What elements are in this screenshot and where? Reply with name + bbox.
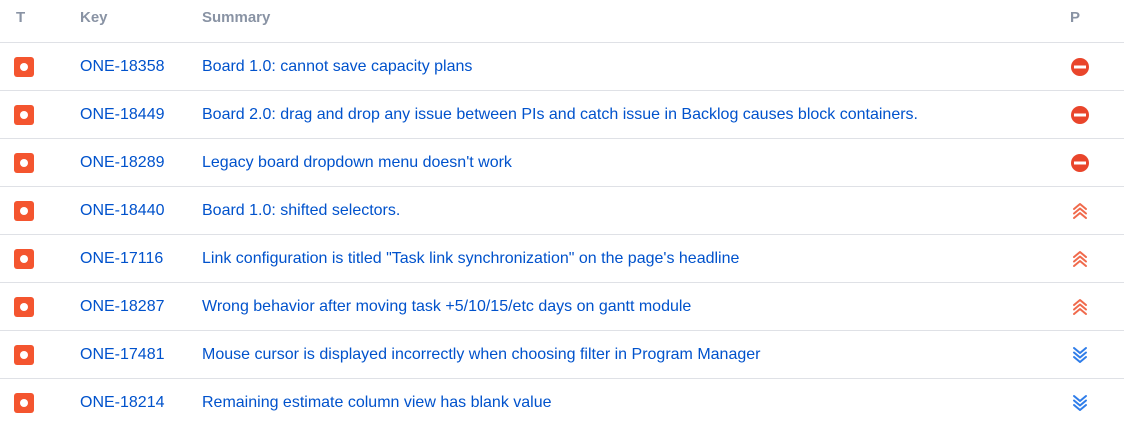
bug-icon <box>14 297 34 317</box>
table-row: ONE-18358 Board 1.0: cannot save capacit… <box>0 43 1124 91</box>
bug-icon <box>14 345 34 365</box>
table-row: ONE-18289 Legacy board dropdown menu doe… <box>0 139 1124 187</box>
issue-key-link[interactable]: ONE-17481 <box>80 346 165 364</box>
bug-icon <box>14 201 34 221</box>
priority-blocker-icon <box>1070 105 1090 125</box>
table-row: ONE-18214 Remaining estimate column view… <box>0 379 1124 426</box>
issue-summary-link[interactable]: Mouse cursor is displayed incorrectly wh… <box>202 346 760 364</box>
priority-lowest-icon <box>1070 345 1090 365</box>
issue-key-link[interactable]: ONE-18287 <box>80 298 165 316</box>
header-priority[interactable]: P <box>1070 9 1080 26</box>
table-row: ONE-17481 Mouse cursor is displayed inco… <box>0 331 1124 379</box>
priority-blocker-icon <box>1070 153 1090 173</box>
priority-highest-icon <box>1070 297 1090 317</box>
table-row: ONE-18440 Board 1.0: shifted selectors. <box>0 187 1124 235</box>
issue-key-link[interactable]: ONE-18358 <box>80 58 165 76</box>
issue-key-link[interactable]: ONE-18214 <box>80 394 165 412</box>
issue-key-link[interactable]: ONE-18289 <box>80 154 165 172</box>
issue-summary-link[interactable]: Remaining estimate column view has blank… <box>202 394 552 412</box>
bug-icon <box>14 153 34 173</box>
priority-highest-icon <box>1070 201 1090 221</box>
issue-summary-link[interactable]: Board 1.0: shifted selectors. <box>202 202 400 220</box>
table-row: ONE-17116 Link configuration is titled "… <box>0 235 1124 283</box>
issue-table: T Key Summary P ONE-18358 Board 1.0: can… <box>0 0 1124 426</box>
issue-key-link[interactable]: ONE-18440 <box>80 202 165 220</box>
issue-summary-link[interactable]: Board 2.0: drag and drop any issue betwe… <box>202 106 918 124</box>
header-key[interactable]: Key <box>80 9 108 26</box>
issue-summary-link[interactable]: Legacy board dropdown menu doesn't work <box>202 154 512 172</box>
issue-key-link[interactable]: ONE-17116 <box>80 250 163 268</box>
header-type[interactable]: T <box>16 9 25 26</box>
issue-summary-link[interactable]: Board 1.0: cannot save capacity plans <box>202 58 472 76</box>
bug-icon <box>14 249 34 269</box>
bug-icon <box>14 57 34 77</box>
bug-icon <box>14 105 34 125</box>
table-row: ONE-18449 Board 2.0: drag and drop any i… <box>0 91 1124 139</box>
table-header: T Key Summary P <box>0 0 1124 43</box>
priority-lowest-icon <box>1070 393 1090 413</box>
priority-blocker-icon <box>1070 57 1090 77</box>
priority-highest-icon <box>1070 249 1090 269</box>
table-row: ONE-18287 Wrong behavior after moving ta… <box>0 283 1124 331</box>
bug-icon <box>14 393 34 413</box>
issue-summary-link[interactable]: Wrong behavior after moving task +5/10/1… <box>202 298 691 316</box>
issue-summary-link[interactable]: Link configuration is titled "Task link … <box>202 250 739 268</box>
header-summary[interactable]: Summary <box>202 9 270 26</box>
issue-key-link[interactable]: ONE-18449 <box>80 106 165 124</box>
